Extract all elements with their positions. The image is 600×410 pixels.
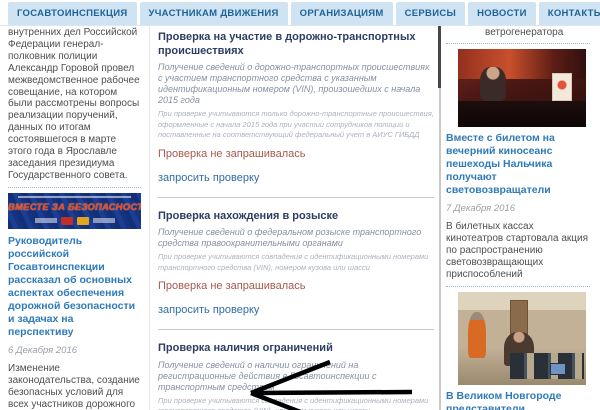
request-check-link[interactable]: запросить проверку: [158, 172, 259, 184]
right-news-headline-link[interactable]: Вместе с билетом на вечерний киносеанс п…: [446, 132, 590, 197]
check-title: Проверка нахождения в розыске: [158, 210, 434, 224]
nav-item-organizaciyam[interactable]: ОРГАНИЗАЦИЯМ: [291, 2, 393, 25]
left-news-date: 6 Декабря 2016: [8, 345, 141, 356]
left-news-excerpt: Изменение законодательства, создание без…: [8, 363, 141, 410]
safety-campaign-banner[interactable]: ВМЕСТЕ ЗА БЕЗОПАСНОСТЬ: [8, 193, 141, 229]
photo-person-orange-shape: [468, 312, 486, 358]
vehicle-checks-panel: Проверка на участие в дорожно-транспортн…: [158, 31, 434, 410]
cinema-box-office-photo[interactable]: [458, 49, 586, 127]
nav-item-novosti[interactable]: НОВОСТИ: [468, 2, 536, 25]
photo-monitors-shape: [510, 353, 584, 379]
column-divider-line: [149, 26, 150, 410]
photo-person-shape: [480, 67, 506, 101]
check-note: При проверке учитываются совпадения с ид…: [158, 252, 434, 273]
right-news-column: ветрогенератора Вместе с билетом на вече…: [446, 27, 590, 410]
banner-dash-right: [93, 218, 115, 223]
scrollbar-thumb[interactable]: [438, 26, 441, 88]
news-text-fragment: ветрогенератора: [446, 27, 590, 38]
dotted-divider: [446, 43, 590, 44]
right-news-headline-link[interactable]: В Великом Новгороде представители общест…: [446, 390, 590, 410]
right-news-excerpt: В билетных кассах кинотеатров стартовала…: [446, 221, 590, 281]
check-section-ogranicheniya: Проверка наличия ограничений Получение с…: [158, 342, 434, 410]
avtoradio-logo: [77, 217, 89, 225]
left-news-column: внутренних дел Российской Федерации гене…: [8, 27, 141, 410]
check-note: При проверке учитываются совпадения с ид…: [158, 396, 434, 410]
request-check-link[interactable]: запросить проверку: [158, 304, 259, 316]
computer-classroom-photo[interactable]: [458, 292, 586, 385]
nav-item-kontakty[interactable]: КОНТАКТЫ: [539, 2, 600, 25]
banner-topline-decor: [18, 196, 131, 198]
check-description: Получение сведений о федеральном розыске…: [158, 227, 434, 249]
check-title: Проверка на участие в дорожно-транспортн…: [158, 31, 434, 58]
check-status: Проверка не запрашивалась: [158, 148, 434, 160]
section-divider: [158, 329, 434, 330]
check-description: Получение сведений о наличии ограничений…: [158, 360, 434, 393]
gibdd-website-page: ГОСАВТОИНСПЕКЦИЯ УЧАСТНИКАМ ДВИЖЕНИЯ ОРГ…: [0, 0, 600, 410]
check-title: Проверка наличия ограничений: [158, 342, 434, 356]
banner-title: ВМЕСТЕ ЗА БЕЗОПАСНОСТЬ: [8, 202, 141, 213]
check-description: Получение сведений о дорожно-транспортны…: [158, 62, 434, 106]
section-divider: [158, 197, 434, 198]
dotted-divider: [8, 187, 141, 188]
photo-poster-art-shape: [556, 79, 568, 91]
nav-item-uchastnikam-dvizheniya[interactable]: УЧАСТНИКАМ ДВИЖЕНИЯ: [140, 2, 288, 25]
banner-dash-left: [35, 218, 57, 223]
check-section-rozysk: Проверка нахождения в розыске Получение …: [158, 210, 434, 319]
nav-item-servisy[interactable]: СЕРВИСЫ: [396, 2, 465, 25]
article-excerpt: внутренних дел Российской Федерации гене…: [8, 27, 141, 182]
check-status: Проверка не запрашивалась: [158, 280, 434, 292]
photo-screen-shape: [550, 363, 566, 375]
photo-counter-shape: [458, 101, 586, 127]
nav-item-gosavtoinspekciya[interactable]: ГОСАВТОИНСПЕКЦИЯ: [8, 2, 137, 25]
right-news-date: 7 Декабря 2016: [446, 203, 590, 214]
banner-logos: [8, 217, 141, 225]
dotted-divider: [446, 286, 590, 287]
check-section-dtp: Проверка на участие в дорожно-транспортн…: [158, 31, 434, 186]
gibdd-logo: [61, 217, 73, 225]
top-navigation: ГОСАВТОИНСПЕКЦИЯ УЧАСТНИКАМ ДВИЖЕНИЯ ОРГ…: [0, 0, 600, 26]
left-news-headline-link[interactable]: Руководитель российской Госавтоинспекции…: [8, 235, 141, 339]
check-note: При проверке учитываются только дорожно-…: [158, 109, 434, 141]
